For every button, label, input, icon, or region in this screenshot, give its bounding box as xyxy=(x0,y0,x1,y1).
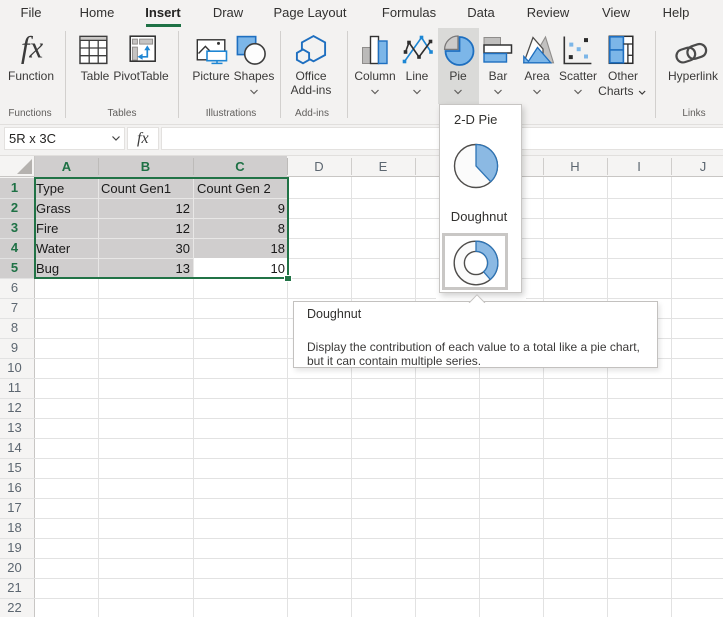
svg-text:fx: fx xyxy=(21,30,44,65)
